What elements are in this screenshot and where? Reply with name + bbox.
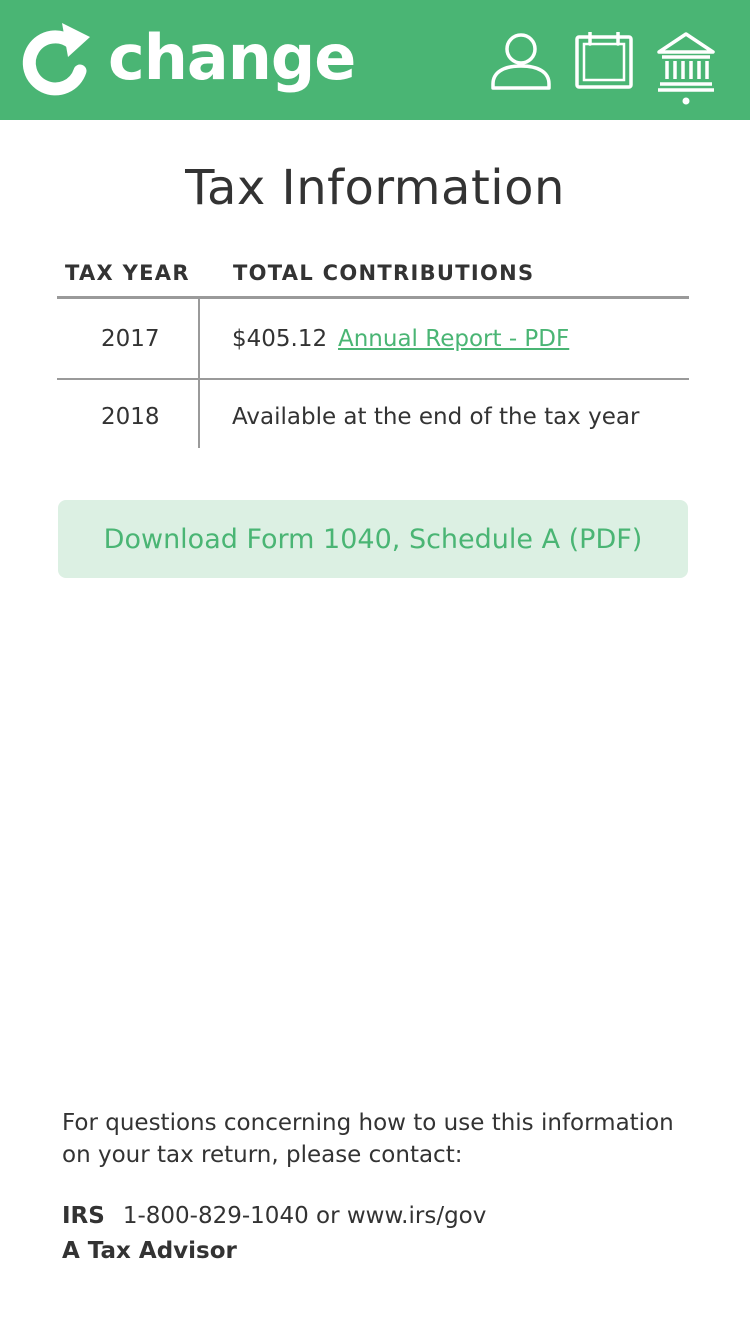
table-row-2017-year: 2017	[101, 326, 160, 352]
irs-contact-line: IRS 1-800-829-1040 or www.irs/gov	[62, 1203, 486, 1229]
irs-label: IRS	[62, 1203, 105, 1229]
brand-name: change	[108, 21, 356, 94]
table-column-divider	[198, 299, 200, 448]
annual-report-pdf-link[interactable]: Annual Report - PDF	[338, 326, 569, 352]
table-row-2018-year: 2018	[101, 404, 160, 430]
table-row-divider	[57, 378, 689, 380]
tax-advisor-text: A Tax Advisor	[62, 1238, 237, 1264]
column-header-total-contributions: TOTAL CONTRIBUTIONS	[233, 261, 535, 285]
bank-icon[interactable]	[656, 30, 716, 106]
column-header-tax-year: TAX YEAR	[65, 261, 190, 285]
user-icon[interactable]	[490, 32, 552, 90]
app-header: change	[0, 0, 750, 120]
notebook-icon[interactable]	[574, 32, 634, 90]
footer-help-text: For questions concerning how to use this…	[62, 1110, 674, 1168]
brand-logo[interactable]: change	[22, 20, 356, 104]
table-row-2018-status: Available at the end of the tax year	[232, 404, 640, 430]
table-row-2017-amount: $405.12	[232, 326, 328, 352]
irs-contact-info: 1-800-829-1040 or www.irs/gov	[122, 1203, 487, 1229]
refresh-arrow-logo-icon	[22, 23, 90, 96]
page-title: Tax Information	[185, 160, 565, 216]
table-header-divider	[57, 296, 689, 299]
download-form-1040-button[interactable]: Download Form 1040, Schedule A (PDF)	[58, 500, 688, 578]
